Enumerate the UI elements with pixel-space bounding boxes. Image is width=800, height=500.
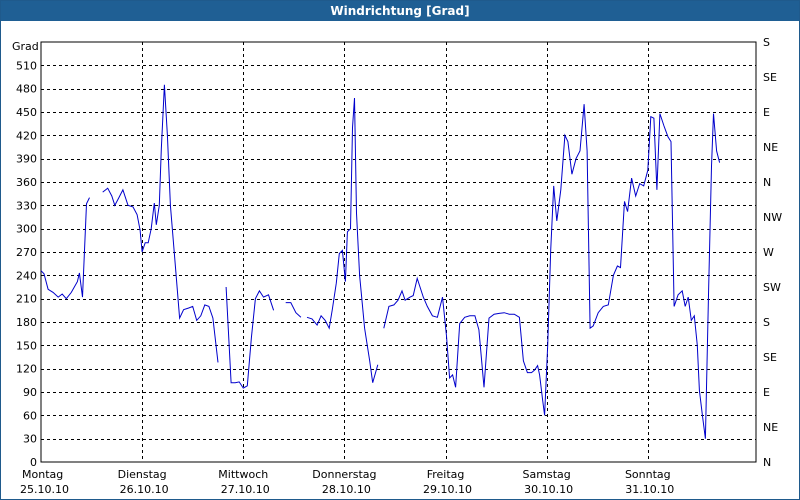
y-tick-label: 60 <box>23 409 37 422</box>
right-axis-label: N <box>763 456 771 469</box>
y-tick-label: 150 <box>16 339 37 352</box>
right-axis-label: SW <box>763 281 781 294</box>
x-tick-day: Montag <box>22 468 63 481</box>
y-tick-label: 420 <box>16 129 37 142</box>
x-tick-date: 27.10.10 <box>221 483 270 496</box>
right-axis-label: NW <box>763 211 782 224</box>
y-tick-label: 270 <box>16 246 37 259</box>
wind-direction-chart: Grad 03060901201501802102402703003303603… <box>12 36 782 496</box>
y-tick-label: 480 <box>16 83 37 96</box>
x-tick-day: Freitag <box>427 468 465 481</box>
x-tick-labels: Montag 25.10.10 Dienstag 26.10.10 Mittwoch 27… <box>20 468 674 496</box>
right-axis-label: S <box>763 316 770 329</box>
grid-lines <box>41 42 756 462</box>
y-tick-label: 450 <box>16 106 37 119</box>
right-axis-label: SE <box>763 71 777 84</box>
y-tick-label: 30 <box>23 433 37 446</box>
x-tick-date: 25.10.10 <box>20 483 69 496</box>
y-tick-label: 90 <box>23 386 37 399</box>
y-tick-label: 510 <box>16 59 37 72</box>
right-axis-label: E <box>763 106 770 119</box>
y-tick-label: 240 <box>16 269 37 282</box>
x-tick-date: 28.10.10 <box>322 483 371 496</box>
right-axis-label: W <box>763 246 774 259</box>
right-axis-label: S <box>763 36 770 49</box>
y-tick-label: 300 <box>16 223 37 236</box>
y-axis-label: Grad <box>12 40 39 53</box>
x-tick-day: Donnerstag <box>312 468 376 481</box>
right-axis-label: E <box>763 386 770 399</box>
right-axis-label: SE <box>763 351 777 364</box>
x-tick-date: 29.10.10 <box>423 483 472 496</box>
x-tick-day: Mittwoch <box>218 468 268 481</box>
y-tick-label: 180 <box>16 316 37 329</box>
y-tick-label: 360 <box>16 176 37 189</box>
right-axis-label: NE <box>763 141 778 154</box>
right-axis-label: NE <box>763 421 778 434</box>
y-tick-label: 120 <box>16 363 37 376</box>
left-tick-labels: 0306090120150180210240270300330360390420… <box>16 59 37 469</box>
y-tick-label: 330 <box>16 199 37 212</box>
x-tick-day: Sonntag <box>625 468 671 481</box>
right-tick-labels: N NE E SE S SW W NW N NE E SE S <box>763 36 782 469</box>
x-tick-date: 31.10.10 <box>625 483 674 496</box>
x-tick-day: Samstag <box>523 468 571 481</box>
x-tick-date: 30.10.10 <box>524 483 573 496</box>
x-tick-date: 26.10.10 <box>120 483 169 496</box>
y-tick-label: 390 <box>16 153 37 166</box>
right-axis-label: N <box>763 176 771 189</box>
y-tick-label: 210 <box>16 293 37 306</box>
x-tick-day: Dienstag <box>118 468 167 481</box>
